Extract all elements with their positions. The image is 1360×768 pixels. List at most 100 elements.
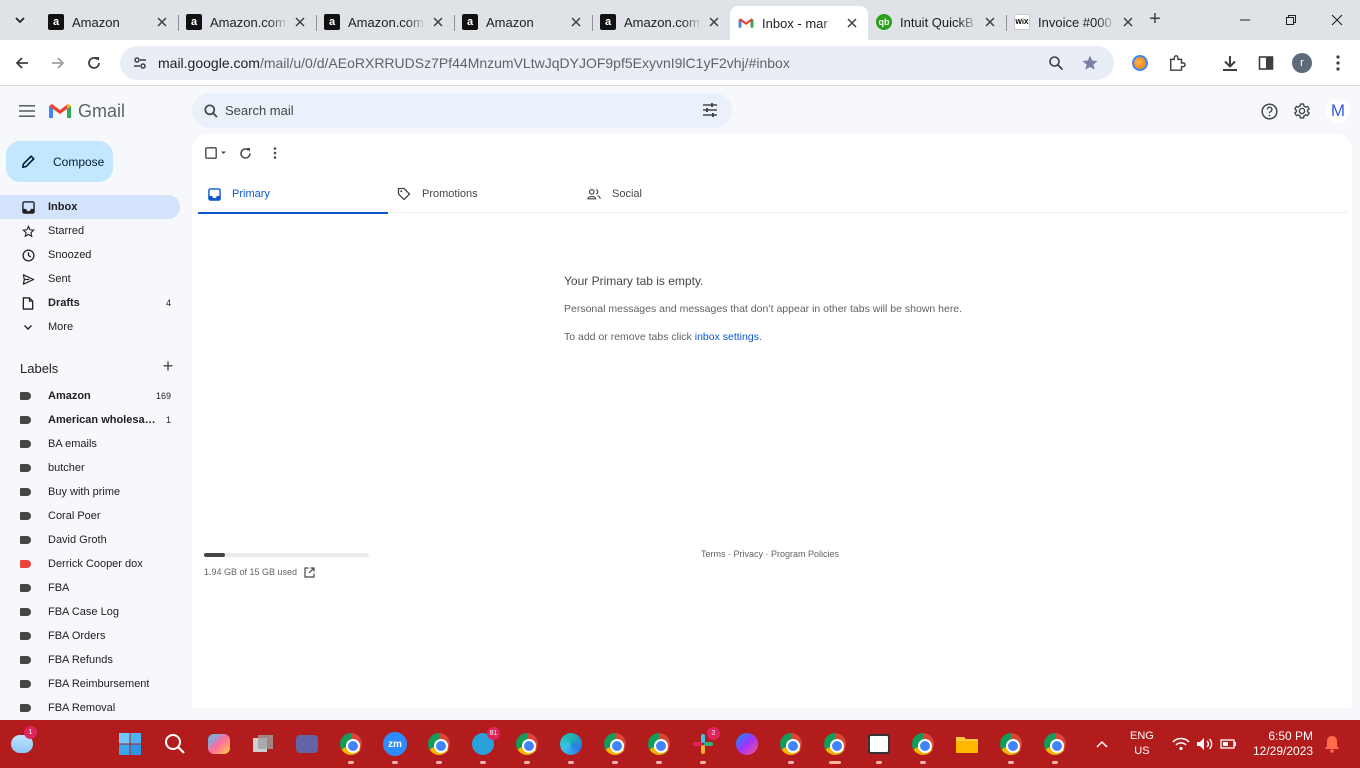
browser-tab[interactable]: Inbox - mar <box>730 6 868 40</box>
clock[interactable]: 6:50 PM 12/29/2023 <box>1253 720 1313 768</box>
back-button[interactable] <box>8 49 36 77</box>
search-bar[interactable] <box>192 93 732 128</box>
label-item[interactable]: FBA Case Log <box>0 600 180 624</box>
nav-item-inbox[interactable]: Inbox <box>0 195 180 219</box>
browser-tab[interactable]: a Amazon <box>454 6 592 38</box>
chrome-profile-3-icon[interactable] <box>513 730 541 764</box>
chrome-menu-button[interactable] <box>1327 52 1349 74</box>
chrome-profile-4-icon[interactable] <box>601 730 629 764</box>
label-item[interactable]: BA emails <box>0 432 180 456</box>
show-hidden-icons[interactable] <box>1096 720 1108 768</box>
messenger-icon[interactable] <box>733 730 761 758</box>
settings-button[interactable] <box>1292 101 1312 121</box>
zoom-app-icon[interactable]: zm <box>381 730 409 764</box>
add-label-button[interactable]: + <box>160 357 176 375</box>
teams-meet-icon[interactable] <box>293 730 321 758</box>
tab-primary[interactable]: Primary <box>198 175 388 214</box>
telegram-icon[interactable]: 81 <box>469 727 500 764</box>
forward-button[interactable] <box>44 49 72 77</box>
label-item[interactable]: David Groth <box>0 528 180 552</box>
close-tab-icon[interactable] <box>982 14 998 30</box>
chrome-profile-2-icon[interactable] <box>425 730 453 764</box>
chrome-profile-9-icon[interactable] <box>1041 730 1069 764</box>
tab-promotions[interactable]: Promotions <box>388 175 578 213</box>
gmail-logo[interactable]: Gmail <box>48 100 125 122</box>
main-menu-button[interactable] <box>16 100 38 122</box>
label-item[interactable]: FBA <box>0 576 180 600</box>
label-item[interactable]: FBA Refunds <box>0 648 180 672</box>
search-icon[interactable] <box>201 101 221 121</box>
nav-item-snoozed[interactable]: Snoozed <box>0 243 180 267</box>
help-button[interactable] <box>1259 101 1279 121</box>
select-checkbox[interactable] <box>202 142 230 164</box>
bookmark-star-icon[interactable] <box>1080 53 1100 73</box>
restore-button[interactable] <box>1268 0 1314 40</box>
notifications-button[interactable] <box>1324 720 1340 768</box>
new-tab-button[interactable]: + <box>1144 8 1166 30</box>
start-button[interactable] <box>116 730 144 758</box>
chrome-profile-6-icon[interactable] <box>777 730 805 764</box>
close-tab-icon[interactable] <box>706 14 722 30</box>
close-tab-icon[interactable] <box>292 14 308 30</box>
label-item[interactable]: Amazon 169 <box>0 384 180 408</box>
chrome-profile-8-icon[interactable] <box>997 730 1025 764</box>
browser-tab[interactable]: a Amazon.com <box>178 6 316 38</box>
compose-button[interactable]: Compose <box>6 141 113 182</box>
chrome-profile-1-icon[interactable] <box>337 730 365 764</box>
file-explorer-icon[interactable] <box>953 730 981 758</box>
chrome-profile-5-icon[interactable] <box>645 730 673 764</box>
label-item[interactable]: FBA Orders <box>0 624 180 648</box>
label-item[interactable]: butcher <box>0 456 180 480</box>
download-icon[interactable] <box>1219 52 1241 74</box>
close-tab-icon[interactable] <box>568 14 584 30</box>
browser-tab[interactable]: a Amazon.com <box>592 6 730 38</box>
inbox-settings-link[interactable]: inbox settings <box>695 331 759 343</box>
close-tab-icon[interactable] <box>844 15 860 31</box>
copilot-icon[interactable] <box>205 730 233 758</box>
snipping-tool-icon[interactable] <box>865 730 893 764</box>
nav-item-starred[interactable]: Starred <box>0 219 180 243</box>
close-tab-icon[interactable] <box>1120 14 1136 30</box>
label-item[interactable]: FBA Removal <box>0 696 180 720</box>
close-tab-icon[interactable] <box>154 14 170 30</box>
browser-tab[interactable]: qb Intuit QuickB <box>868 6 1006 38</box>
nav-item-more[interactable]: More <box>0 315 180 339</box>
profile-button[interactable]: r <box>1291 52 1313 74</box>
search-options-button[interactable] <box>700 100 720 120</box>
close-window-button[interactable] <box>1314 0 1360 40</box>
tab-social[interactable]: Social <box>578 175 768 213</box>
refresh-button[interactable] <box>234 142 256 164</box>
search-input[interactable] <box>225 103 685 118</box>
reload-button[interactable] <box>80 49 108 77</box>
browser-tab[interactable]: a Amazon <box>40 6 178 38</box>
nav-item-sent[interactable]: Sent <box>0 267 180 291</box>
address-bar[interactable]: mail.google.com/mail/u/0/d/AEoRXRRUDSz7P… <box>120 46 1114 80</box>
language-indicator[interactable]: ENG US <box>1130 720 1154 768</box>
label-item[interactable]: Buy with prime <box>0 480 180 504</box>
label-item[interactable]: American wholesal... 1 <box>0 408 180 432</box>
label-item[interactable]: Coral Poer <box>0 504 180 528</box>
more-options-button[interactable] <box>264 142 286 164</box>
side-panel-icon[interactable] <box>1255 52 1277 74</box>
extension-orange-icon[interactable] <box>1129 52 1151 74</box>
chrome-profile-7-icon[interactable] <box>909 730 937 764</box>
browser-tab[interactable]: a Amazon.com <box>316 6 454 38</box>
weather-widget-icon[interactable]: 1 <box>8 726 37 758</box>
tab-search-button[interactable] <box>8 8 32 32</box>
browser-tab[interactable]: WiX Invoice #000 <box>1006 6 1144 38</box>
minimize-button[interactable] <box>1222 0 1268 40</box>
label-item[interactable]: Derrick Cooper dox <box>0 552 180 576</box>
task-view-icon[interactable] <box>249 730 277 758</box>
open-external-icon[interactable] <box>303 566 315 578</box>
nav-item-drafts[interactable]: Drafts 4 <box>0 291 180 315</box>
zoom-icon[interactable] <box>1046 53 1066 73</box>
account-avatar[interactable]: M <box>1326 99 1350 123</box>
close-tab-icon[interactable] <box>430 14 446 30</box>
quick-settings[interactable] <box>1172 720 1238 768</box>
edge-icon[interactable] <box>557 730 585 764</box>
slack-icon[interactable]: 2 <box>689 727 720 764</box>
extensions-puzzle-icon[interactable] <box>1166 52 1188 74</box>
label-item[interactable]: FBA Reimbursement <box>0 672 180 696</box>
taskbar-search-icon[interactable] <box>161 730 189 758</box>
chrome-active-icon[interactable] <box>821 730 849 764</box>
